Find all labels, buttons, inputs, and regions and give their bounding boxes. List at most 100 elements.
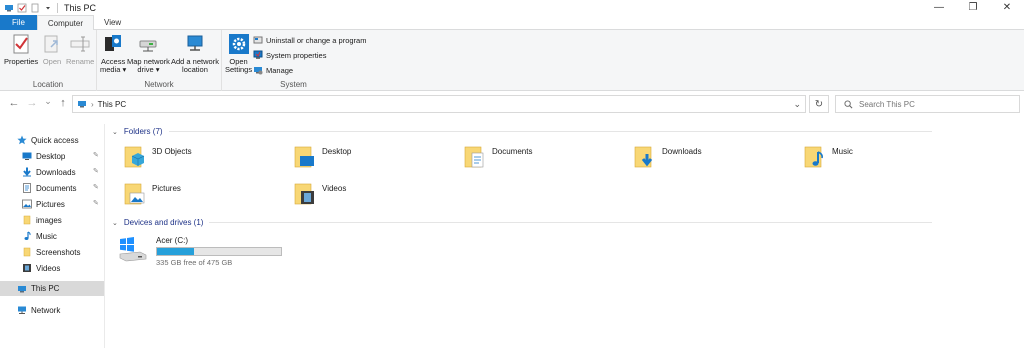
pictures-folder-icon — [124, 183, 145, 205]
downloads-folder-icon — [634, 146, 653, 168]
open-button[interactable]: Open — [41, 33, 63, 66]
breadcrumb-this-pc[interactable]: This PC — [98, 100, 126, 109]
access-media-label-2: media ▾ — [100, 65, 127, 74]
title-separator — [57, 2, 58, 13]
nav-quick-access[interactable]: Quick access — [17, 133, 79, 147]
folders-section-header[interactable]: ⌄ Folders (7) — [112, 127, 932, 136]
drive-acer-c[interactable]: Acer (C:) 335 GB free of 475 GB — [118, 236, 282, 267]
map-network-drive-button[interactable]: Map network drive ▾ — [127, 33, 170, 74]
navigation-bar: ← → ⌄ ↑ › This PC ⌄ ↻ — [0, 92, 1024, 116]
documents-folder-icon — [464, 146, 484, 168]
nav-item-images[interactable]: images — [22, 213, 62, 227]
network-icon — [18, 306, 26, 314]
rename-label: Rename — [66, 57, 95, 66]
videos-folder-icon — [294, 183, 314, 205]
pin-icon: ✎ — [93, 168, 99, 175]
system-properties-button[interactable]: System properties — [253, 50, 326, 60]
nav-item-desktop[interactable]: Desktop — [22, 149, 65, 163]
system-group-label: System — [280, 80, 307, 89]
uninstall-program-button[interactable]: Uninstall or change a program — [253, 35, 366, 45]
address-dropdown-button[interactable]: ⌄ — [793, 99, 801, 110]
tab-computer[interactable]: Computer — [36, 15, 95, 31]
customize-toolbar-icon[interactable] — [43, 3, 53, 13]
maximize-button[interactable]: ❐ — [956, 0, 990, 15]
search-box[interactable] — [835, 95, 1020, 113]
this-pc-icon — [78, 101, 86, 108]
nav-item-documents[interactable]: Documents — [22, 181, 76, 195]
open-settings-label-2: Settings — [225, 65, 253, 74]
collapse-chevron-icon[interactable]: ⌄ — [112, 219, 118, 227]
folder-icon — [23, 247, 31, 257]
navigation-pane: Quick access Desktop ✎ Downloads ✎ Docum… — [0, 124, 105, 348]
back-button[interactable]: ← — [6, 97, 22, 109]
new-folder-quick-icon[interactable] — [30, 3, 40, 13]
properties-quick-icon[interactable] — [17, 3, 27, 13]
folder-videos[interactable]: Videos — [292, 181, 346, 207]
manage-button[interactable]: Manage — [253, 65, 293, 75]
nav-item-label: Network — [31, 305, 61, 315]
system-properties-label: System properties — [266, 50, 327, 60]
folders-section-title: Folders (7) — [123, 127, 163, 136]
open-settings-button[interactable]: Open Settings — [225, 33, 252, 74]
search-input[interactable] — [859, 99, 1009, 109]
tab-file[interactable]: File — [0, 15, 37, 30]
nav-item-label: Downloads — [36, 167, 76, 177]
ribbon: Properties Open Rename Location Access m… — [0, 30, 1024, 91]
folder-downloads[interactable]: Downloads — [632, 144, 702, 170]
up-button[interactable]: ↑ — [55, 97, 71, 109]
network-location-icon — [187, 35, 203, 51]
nav-item-downloads[interactable]: Downloads — [22, 165, 76, 179]
system-properties-icon — [253, 50, 263, 59]
access-media-button[interactable]: Access media ▾ — [100, 33, 126, 74]
nav-quick-access-label: Quick access — [31, 135, 79, 145]
window-controls: — ❐ ✕ — [922, 0, 1024, 15]
search-icon — [844, 99, 853, 108]
folder-name: Downloads — [662, 147, 702, 156]
network-drive-icon — [139, 40, 157, 52]
nav-item-network[interactable]: Network — [17, 303, 60, 317]
forward-button[interactable]: → — [24, 97, 40, 109]
this-pc-icon — [5, 4, 13, 11]
recent-locations-button[interactable]: ⌄ — [40, 96, 56, 107]
pin-icon: ✎ — [93, 200, 99, 207]
folder-pictures[interactable]: Pictures — [122, 181, 181, 207]
nav-item-screenshots[interactable]: Screenshots — [22, 245, 80, 259]
open-icon — [44, 35, 58, 53]
folder-name: Videos — [322, 184, 347, 193]
folder-desktop[interactable]: Desktop — [292, 144, 351, 170]
nav-item-pictures[interactable]: Pictures — [22, 197, 65, 211]
windows-drive-icon — [119, 237, 147, 262]
nav-item-this-pc[interactable]: This PC — [0, 281, 104, 296]
nav-item-music[interactable]: Music — [22, 229, 57, 243]
breadcrumb-separator: › — [91, 99, 94, 109]
properties-button[interactable]: Properties — [4, 33, 38, 66]
section-divider — [168, 131, 932, 132]
devices-section-header[interactable]: ⌄ Devices and drives (1) — [112, 218, 932, 227]
ribbon-group-location: Properties Open Rename Location — [0, 30, 97, 91]
pin-icon: ✎ — [93, 184, 99, 191]
nav-item-videos[interactable]: Videos — [22, 261, 60, 275]
window-title: This PC — [64, 2, 97, 13]
folder-music[interactable]: Music — [802, 144, 853, 170]
folder-3d-objects[interactable]: 3D Objects — [122, 144, 192, 170]
drive-usage-fill — [157, 248, 194, 255]
folder-icon — [23, 215, 31, 225]
nav-item-label: Pictures — [36, 199, 65, 209]
refresh-button[interactable]: ↻ — [809, 95, 829, 113]
collapse-chevron-icon[interactable]: ⌄ — [112, 128, 118, 136]
add-network-location-button[interactable]: Add a network location — [171, 33, 219, 74]
properties-label: Properties — [4, 57, 39, 66]
address-bar[interactable]: › This PC ⌄ — [72, 95, 806, 113]
folder-name: Desktop — [322, 147, 352, 156]
tab-view[interactable]: View — [94, 15, 131, 30]
nav-item-label: Screenshots — [36, 247, 81, 257]
folder-documents[interactable]: Documents — [462, 144, 532, 170]
ribbon-group-network: Access media ▾ Map network drive ▾ Add a… — [97, 30, 222, 91]
section-divider — [209, 222, 932, 223]
minimize-button[interactable]: — — [922, 0, 956, 15]
nav-item-label: Documents — [36, 183, 77, 193]
rename-button[interactable]: Rename — [66, 33, 94, 66]
devices-section-title: Devices and drives (1) — [123, 218, 204, 227]
close-button[interactable]: ✕ — [990, 0, 1024, 15]
star-icon — [17, 135, 27, 145]
